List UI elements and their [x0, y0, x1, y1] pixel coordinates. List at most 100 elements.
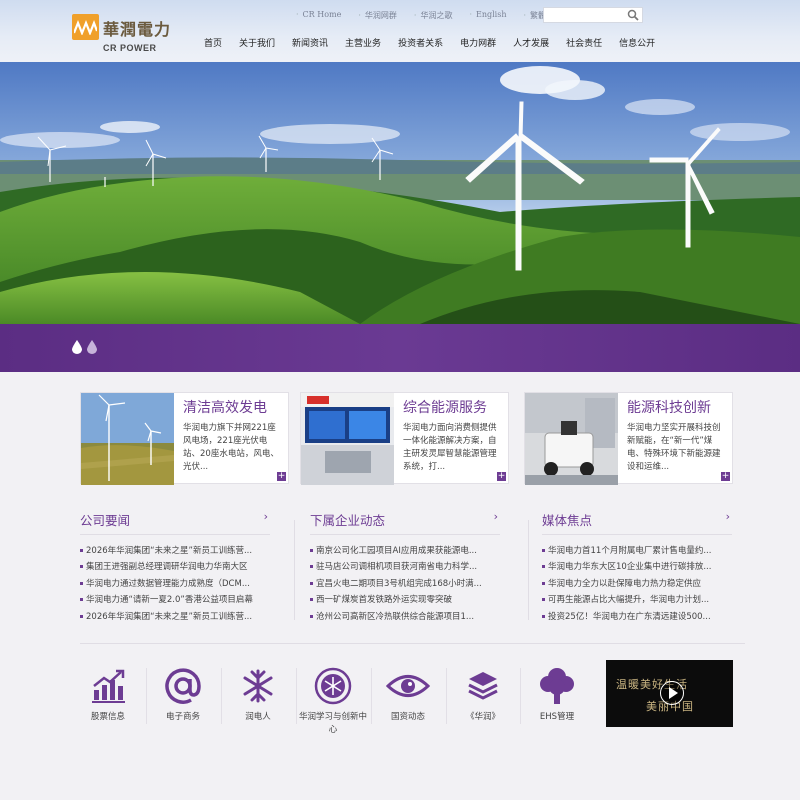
chevron-right-icon[interactable]: › — [264, 510, 268, 523]
column-divider — [542, 534, 732, 535]
column-title[interactable]: 公司要闻 — [80, 513, 130, 528]
more-plus-icon[interactable]: + — [497, 472, 506, 481]
more-plus-icon[interactable]: + — [277, 472, 286, 481]
service-label: 《华润》 — [465, 712, 500, 722]
stock-chart-icon — [92, 669, 125, 703]
top-links: CR Home 华润网群 华润之歌 English 繁體版 — [296, 10, 571, 21]
service-sasac-news[interactable]: 国资动态 — [371, 663, 445, 724]
layers-icon — [468, 672, 498, 700]
tree-icon — [540, 668, 574, 704]
card-title[interactable]: 清洁高效发电 — [183, 397, 267, 417]
wind-farm-thumbnail — [81, 393, 174, 485]
list-item[interactable]: 华润电力通过数据管理能力成熟度（DCM... — [80, 576, 270, 592]
logo-name-en: CR POWER — [103, 43, 157, 53]
column-header[interactable]: 媒体焦点 › — [542, 510, 732, 530]
service-label: EHS管理 — [539, 712, 575, 722]
toplink-cr-home[interactable]: CR Home — [296, 10, 342, 21]
list-item[interactable]: 投资25亿！华润电力在广东清远建设500... — [542, 609, 732, 625]
hero-slider-bar — [0, 324, 800, 372]
nav-talent[interactable]: 人才发展 — [513, 36, 549, 49]
nav-power-network[interactable]: 电力网群 — [460, 36, 496, 49]
chevron-right-icon[interactable]: › — [494, 510, 498, 523]
column-separator — [294, 520, 295, 620]
column-separator — [528, 520, 529, 620]
service-learning-center[interactable]: 华润学习与创新中心 — [296, 663, 370, 737]
list-item[interactable]: 西一矿煤炭首发铁路外运实现零突破 — [310, 592, 500, 608]
toplink-cr-network[interactable]: 华润网群 — [358, 10, 397, 21]
news-list: 南京公司化工园项目AI应用成果获能源电... 驻马店公司调相机项目获河南省电力科… — [310, 543, 500, 625]
service-label: 股票信息 — [90, 712, 125, 722]
chevron-right-icon[interactable]: › — [726, 510, 730, 523]
toplink-cr-song[interactable]: 华润之歌 — [414, 10, 452, 21]
hero-banner-image[interactable] — [0, 62, 800, 324]
site-logo[interactable]: 華潤電力 CR POWER — [72, 14, 182, 54]
news-column-company: 公司要闻 › 2026年华润集团“未来之星”新员工训练营... 集团王进强副总经… — [80, 510, 270, 622]
nav-investors[interactable]: 投资者关系 — [398, 36, 443, 49]
column-title[interactable]: 下属企业动态 — [310, 513, 385, 528]
list-item[interactable]: 宜昌火电二期项目3号机组完成168小时满... — [310, 576, 500, 592]
news-column-subsidiaries: 下属企业动态 › 南京公司化工园项目AI应用成果获能源电... 驻马店公司调相机… — [310, 510, 500, 622]
feature-card-clean-power[interactable]: 清洁高效发电 华润电力旗下并网221座风电场，221座光伏电站、20座水电站，风… — [80, 392, 289, 485]
list-item[interactable]: 2026年华润集团“未来之星”新员工训练营... — [80, 543, 270, 559]
service-label: 华润学习与创新中心 — [298, 712, 367, 735]
control-room-thumbnail — [301, 393, 394, 485]
list-item[interactable]: 华润电力全力以赴保障电力热力稳定供应 — [542, 576, 732, 592]
list-item[interactable]: 可再生能源占比大幅提升，华润电力计划... — [542, 592, 732, 608]
slide-dot-2-icon[interactable] — [87, 340, 97, 354]
list-item[interactable]: 华润电力华东大区10企业集中进行碳排放... — [542, 559, 732, 575]
service-label: 润电人 — [245, 712, 271, 722]
card-description: 华润电力坚实开展科技创新赋能，在“新一代”煤电、特殊环境下新能源建设和运维... — [627, 423, 721, 472]
logo-name-cn: 華潤電力 — [103, 20, 172, 39]
at-sign-icon — [165, 668, 201, 704]
service-label: 国资动态 — [390, 712, 425, 722]
feature-card-energy-services[interactable]: 综合能源服务 华润电力面向消费侧提供一体化能源解决方案，自主研发灵犀智慧能源管理… — [300, 392, 509, 485]
list-item[interactable]: 南京公司化工园项目AI应用成果获能源电... — [310, 543, 500, 559]
promo-video[interactable]: 温暖美好生活 美丽中国 — [606, 660, 733, 727]
column-divider — [310, 534, 500, 535]
news-column-media: 媒体焦点 › 华润电力首11个月附属电厂累计售电量约... 华润电力华东大区10… — [542, 510, 732, 622]
eye-icon — [386, 675, 430, 697]
card-title[interactable]: 综合能源服务 — [403, 397, 487, 417]
service-runpower-people[interactable]: 润电人 — [221, 663, 295, 724]
slide-dot-1-icon[interactable] — [72, 340, 82, 354]
service-cr-magazine[interactable]: 《华润》 — [446, 663, 520, 724]
list-item[interactable]: 驻马店公司调相机项目获河南省电力科学... — [310, 559, 500, 575]
nav-news[interactable]: 新闻资讯 — [292, 36, 328, 49]
list-item[interactable]: 集团王进强副总经理调研华润电力华南大区 — [80, 559, 270, 575]
feature-card-tech-innovation[interactable]: 能源科技创新 华润电力坚实开展科技创新赋能，在“新一代”煤电、特殊环境下新能源建… — [524, 392, 733, 485]
emblem-icon — [314, 667, 352, 705]
column-title[interactable]: 媒体焦点 — [542, 513, 592, 528]
column-header[interactable]: 公司要闻 › — [80, 510, 270, 530]
service-ehs[interactable]: EHS管理 — [520, 663, 594, 724]
nav-disclosure[interactable]: 信息公开 — [619, 36, 655, 49]
card-description: 华润电力旗下并网221座风电场，221座光伏电站、20座水电站，风电、光伏... — [183, 423, 279, 472]
card-description: 华润电力面向消费侧提供一体化能源解决方案，自主研发灵犀智慧能源管理系统，打... — [403, 423, 497, 472]
toplink-english[interactable]: English — [469, 10, 507, 21]
site-header: 華潤電力 CR POWER CR Home 华润网群 华润之歌 English … — [0, 0, 800, 62]
robot-thumbnail — [525, 393, 618, 485]
service-label: 电子商务 — [165, 712, 200, 722]
logo-mark-icon — [72, 14, 99, 40]
search-input[interactable] — [544, 8, 624, 22]
list-item[interactable]: 华润电力通“请新一夏2.0”香港公益项目启幕 — [80, 592, 270, 608]
main-nav: 首页 关于我们 新闻资讯 主营业务 投资者关系 电力网群 人才发展 社会责任 信… — [204, 36, 672, 49]
section-divider — [80, 643, 745, 644]
search-icon[interactable] — [627, 9, 639, 21]
service-e-commerce[interactable]: 电子商务 — [146, 663, 220, 724]
list-item[interactable]: 华润电力首11个月附属电厂累计售电量约... — [542, 543, 732, 559]
news-list: 2026年华润集团“未来之星”新员工训练营... 集团王进强副总经理调研华润电力… — [80, 543, 270, 625]
snowflake-icon — [243, 669, 273, 703]
list-item[interactable]: 2026年华润集团“未来之星”新员工训练营... — [80, 609, 270, 625]
nav-business[interactable]: 主营业务 — [345, 36, 381, 49]
column-header[interactable]: 下属企业动态 › — [310, 510, 500, 530]
nav-home[interactable]: 首页 — [204, 36, 222, 49]
more-plus-icon[interactable]: + — [721, 472, 730, 481]
nav-responsibility[interactable]: 社会责任 — [566, 36, 602, 49]
list-item[interactable]: 沧州公司高新区冷热联供综合能源项目1... — [310, 609, 500, 625]
play-icon[interactable] — [660, 681, 684, 705]
service-stock-info[interactable]: 股票信息 — [71, 663, 145, 724]
nav-about[interactable]: 关于我们 — [239, 36, 275, 49]
card-title[interactable]: 能源科技创新 — [627, 397, 711, 417]
news-list: 华润电力首11个月附属电厂累计售电量约... 华润电力华东大区10企业集中进行碳… — [542, 543, 732, 625]
search-box — [543, 7, 643, 23]
